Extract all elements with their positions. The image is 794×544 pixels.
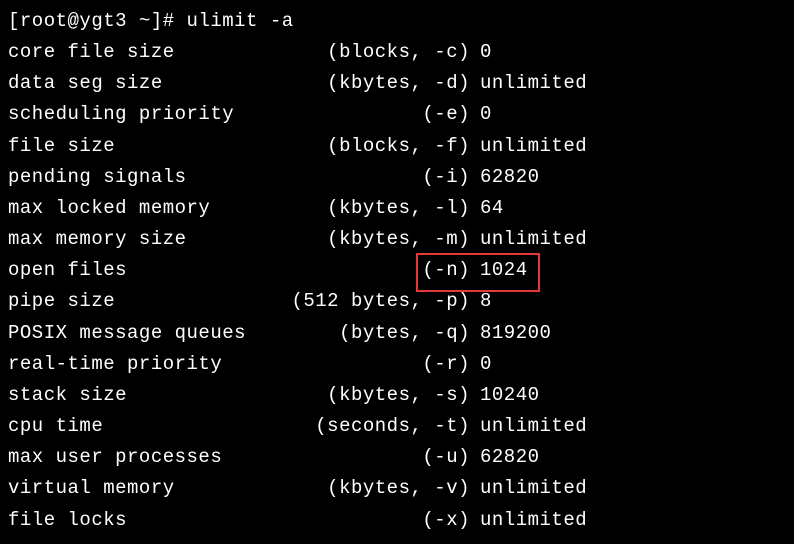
limit-unit: (kbytes, -s) [286,380,470,411]
entered-command: ulimit -a [187,10,294,32]
limit-value: 62820 [470,442,540,473]
limit-value: 819200 [470,318,551,349]
limit-label: open files [8,255,286,286]
limit-label: scheduling priority [8,99,286,130]
limit-unit: (kbytes, -d) [286,68,470,99]
limit-value: unlimited [470,411,587,442]
limit-unit: (blocks, -f) [286,131,470,162]
ulimit-row: scheduling priority(-e)0 [8,99,786,130]
ulimit-row: data seg size(kbytes, -d)unlimited [8,68,786,99]
limit-label: data seg size [8,68,286,99]
limit-unit: (kbytes, -v) [286,473,470,504]
limit-value: 62820 [470,162,540,193]
limit-label: real-time priority [8,349,286,380]
limit-unit: (bytes, -q) [286,318,470,349]
limit-unit: (512 bytes, -p) [286,286,470,317]
prompt-line: [root@ygt3 ~]# ulimit -a [8,6,786,37]
limit-value: 10240 [470,380,540,411]
ulimit-row: max locked memory(kbytes, -l)64 [8,193,786,224]
prompt: [root@ygt3 ~]# [8,10,175,32]
limit-value: 1024 [470,255,528,286]
ulimit-row: cpu time(seconds, -t)unlimited [8,411,786,442]
ulimit-row: pipe size(512 bytes, -p)8 [8,286,786,317]
limit-unit: (kbytes, -l) [286,193,470,224]
ulimit-row: file size(blocks, -f)unlimited [8,131,786,162]
limit-label: core file size [8,37,286,68]
limit-label: max locked memory [8,193,286,224]
limit-label: cpu time [8,411,286,442]
limit-label: max memory size [8,224,286,255]
limit-value: unlimited [470,505,587,536]
limit-unit: (-x) [286,505,470,536]
limit-label: pending signals [8,162,286,193]
limit-value: unlimited [470,473,587,504]
limit-unit: (blocks, -c) [286,37,470,68]
ulimit-row: stack size(kbytes, -s)10240 [8,380,786,411]
limit-value: 0 [470,349,492,380]
limit-value: 0 [470,99,492,130]
ulimit-rows: core file size(blocks, -c)0data seg size… [8,37,786,536]
limit-unit: (-r) [286,349,470,380]
ulimit-row: virtual memory(kbytes, -v)unlimited [8,473,786,504]
limit-label: file size [8,131,286,162]
ulimit-row: file locks(-x)unlimited [8,505,786,536]
ulimit-row: core file size(blocks, -c)0 [8,37,786,68]
limit-unit: (-u) [286,442,470,473]
limit-value: unlimited [470,224,587,255]
limit-unit: (-i) [286,162,470,193]
terminal-output: [root@ygt3 ~]# ulimit -a core file size(… [8,6,786,536]
limit-label: stack size [8,380,286,411]
limit-unit: (seconds, -t) [286,411,470,442]
limit-label: virtual memory [8,473,286,504]
ulimit-row: open files(-n)1024 [8,255,786,286]
ulimit-row: max memory size(kbytes, -m)unlimited [8,224,786,255]
limit-value: unlimited [470,131,587,162]
limit-label: file locks [8,505,286,536]
ulimit-row: pending signals(-i)62820 [8,162,786,193]
limit-label: max user processes [8,442,286,473]
limit-value: 64 [470,193,504,224]
limit-unit: (kbytes, -m) [286,224,470,255]
limit-value: unlimited [470,68,587,99]
limit-unit: (-n) [286,255,470,286]
limit-label: POSIX message queues [8,318,286,349]
ulimit-row: max user processes(-u)62820 [8,442,786,473]
limit-unit: (-e) [286,99,470,130]
limit-value: 8 [470,286,492,317]
limit-value: 0 [470,37,492,68]
ulimit-row: real-time priority(-r)0 [8,349,786,380]
limit-label: pipe size [8,286,286,317]
ulimit-row: POSIX message queues(bytes, -q)819200 [8,318,786,349]
